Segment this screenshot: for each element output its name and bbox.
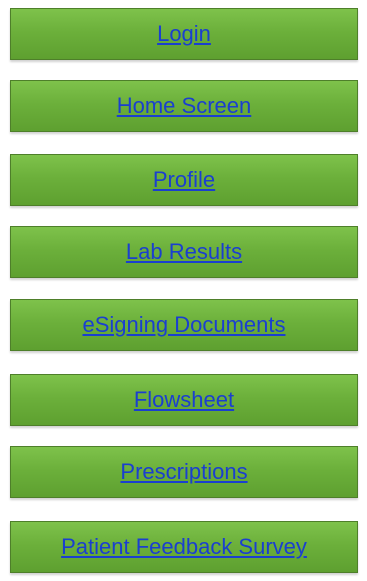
lab-results-link[interactable]: Lab Results (126, 239, 242, 265)
patient-feedback-survey-button[interactable]: Patient Feedback Survey (10, 521, 358, 573)
prescriptions-link[interactable]: Prescriptions (120, 459, 247, 485)
lab-results-button[interactable]: Lab Results (10, 226, 358, 278)
patient-feedback-survey-link[interactable]: Patient Feedback Survey (61, 534, 307, 560)
login-button[interactable]: Login (10, 8, 358, 60)
navigation-menu: Login Home Screen Profile Lab Results eS… (0, 0, 367, 581)
esigning-documents-link[interactable]: eSigning Documents (82, 312, 285, 338)
flowsheet-button[interactable]: Flowsheet (10, 374, 358, 426)
home-screen-button[interactable]: Home Screen (10, 80, 358, 132)
profile-button[interactable]: Profile (10, 154, 358, 206)
home-screen-link[interactable]: Home Screen (117, 93, 252, 119)
login-link[interactable]: Login (157, 21, 211, 47)
prescriptions-button[interactable]: Prescriptions (10, 446, 358, 498)
esigning-documents-button[interactable]: eSigning Documents (10, 299, 358, 351)
flowsheet-link[interactable]: Flowsheet (134, 387, 234, 413)
profile-link[interactable]: Profile (153, 167, 215, 193)
